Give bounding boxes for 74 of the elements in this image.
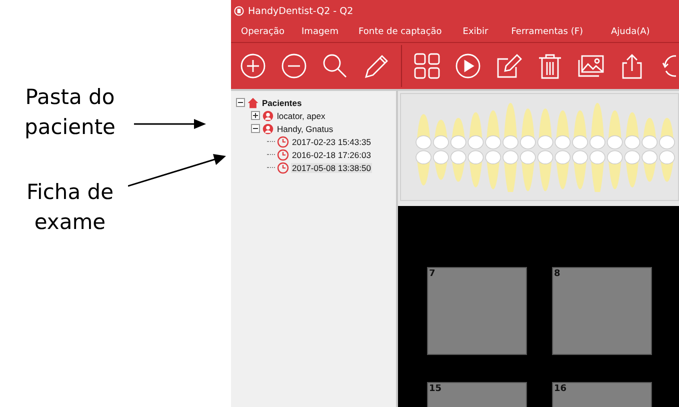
annotation-label: Pasta do paciente (24, 84, 116, 141)
image-icon[interactable] (578, 53, 604, 79)
tooth-drawing[interactable] (502, 150, 518, 192)
image-slot[interactable]: 7 (427, 267, 527, 355)
expand-icon[interactable] (251, 111, 260, 120)
person-icon (262, 122, 274, 134)
tooth-drawing[interactable] (624, 112, 640, 150)
grid-icon[interactable] (414, 53, 440, 79)
tooth-drawing[interactable] (485, 150, 502, 190)
menu-item[interactable]: Ajuda(A) (611, 27, 650, 37)
image-slot[interactable]: 8 (552, 267, 652, 355)
tooth-drawing[interactable] (590, 102, 606, 150)
tooth-drawing[interactable] (450, 118, 466, 150)
tooth-drawing[interactable] (606, 110, 623, 150)
tooth-drawing[interactable] (520, 108, 536, 150)
app-logo-icon (234, 6, 244, 16)
menu-item[interactable]: Fonte de captação (358, 27, 442, 37)
menu-item[interactable]: Imagem (302, 27, 338, 37)
slot-number: 15 (429, 384, 442, 394)
menu-item[interactable]: Ferramentas (F) (511, 27, 584, 37)
tooth-drawing[interactable] (642, 118, 658, 150)
clock-icon (277, 148, 289, 160)
tooth-drawing[interactable] (433, 120, 449, 150)
tooth-drawing[interactable] (450, 150, 466, 182)
pencil-icon[interactable] (363, 53, 389, 79)
image-slot[interactable]: 16 (552, 382, 652, 407)
slot-number: 16 (554, 384, 567, 394)
collapse-icon[interactable] (251, 124, 260, 133)
tree-item[interactable]: Pacientes (261, 98, 303, 108)
tooth-drawing[interactable] (537, 108, 554, 150)
tooth-drawing[interactable] (642, 150, 658, 182)
tooth-drawing[interactable] (659, 150, 675, 182)
tree-item[interactable]: 2016-02-18 17:26:03 (291, 150, 372, 160)
tooth-drawing[interactable] (606, 150, 623, 190)
tooth-drawing[interactable] (416, 150, 432, 186)
tree-item[interactable]: 2017-05-08 13:38:50 (291, 162, 372, 172)
tooth-drawing[interactable] (485, 110, 502, 150)
tooth-drawing[interactable] (468, 112, 484, 150)
tooth-drawing[interactable] (416, 114, 432, 150)
home-icon (247, 96, 259, 108)
clock-icon (277, 136, 289, 148)
tooth-drawing[interactable] (659, 118, 675, 150)
tooth-drawing[interactable] (537, 150, 554, 192)
clock-icon (277, 162, 289, 174)
tooth-drawing[interactable] (520, 150, 536, 192)
annotation-label: Ficha de exame (25, 179, 115, 236)
window-title: HandyDentist-Q2 - Q2 (248, 6, 354, 16)
edit-icon[interactable] (496, 53, 522, 79)
person-icon (262, 110, 274, 122)
tooth-drawing[interactable] (590, 150, 606, 192)
add-icon[interactable] (240, 53, 266, 79)
menu-item[interactable]: Operação (241, 27, 285, 37)
trash-icon[interactable] (537, 53, 563, 79)
slot-number: 8 (554, 269, 560, 279)
tooth-drawing[interactable] (572, 110, 588, 150)
tree-item[interactable]: 2017-02-23 15:43:35 (291, 136, 372, 146)
play-icon[interactable] (455, 53, 481, 79)
tooth-drawing[interactable] (502, 102, 518, 150)
tooth-drawing[interactable] (554, 110, 571, 150)
tooth-drawing[interactable] (433, 150, 449, 180)
menu-item[interactable]: Exibir (462, 27, 488, 37)
tooth-drawing[interactable] (572, 150, 588, 190)
collapse-icon[interactable] (236, 98, 245, 107)
tree-item[interactable]: locator, apex (276, 110, 326, 120)
remove-icon[interactable] (281, 53, 307, 79)
tree-item[interactable]: Handy, Gnatus (276, 124, 334, 134)
slot-number: 7 (429, 269, 436, 279)
annotation-arrow (134, 118, 206, 130)
tooth-drawing[interactable] (624, 150, 640, 188)
tooth-drawing[interactable] (554, 150, 571, 190)
tooth-drawing[interactable] (468, 150, 484, 188)
refresh-icon[interactable] (662, 53, 676, 79)
image-slot[interactable]: 15 (427, 382, 527, 407)
search-icon[interactable] (322, 53, 348, 79)
